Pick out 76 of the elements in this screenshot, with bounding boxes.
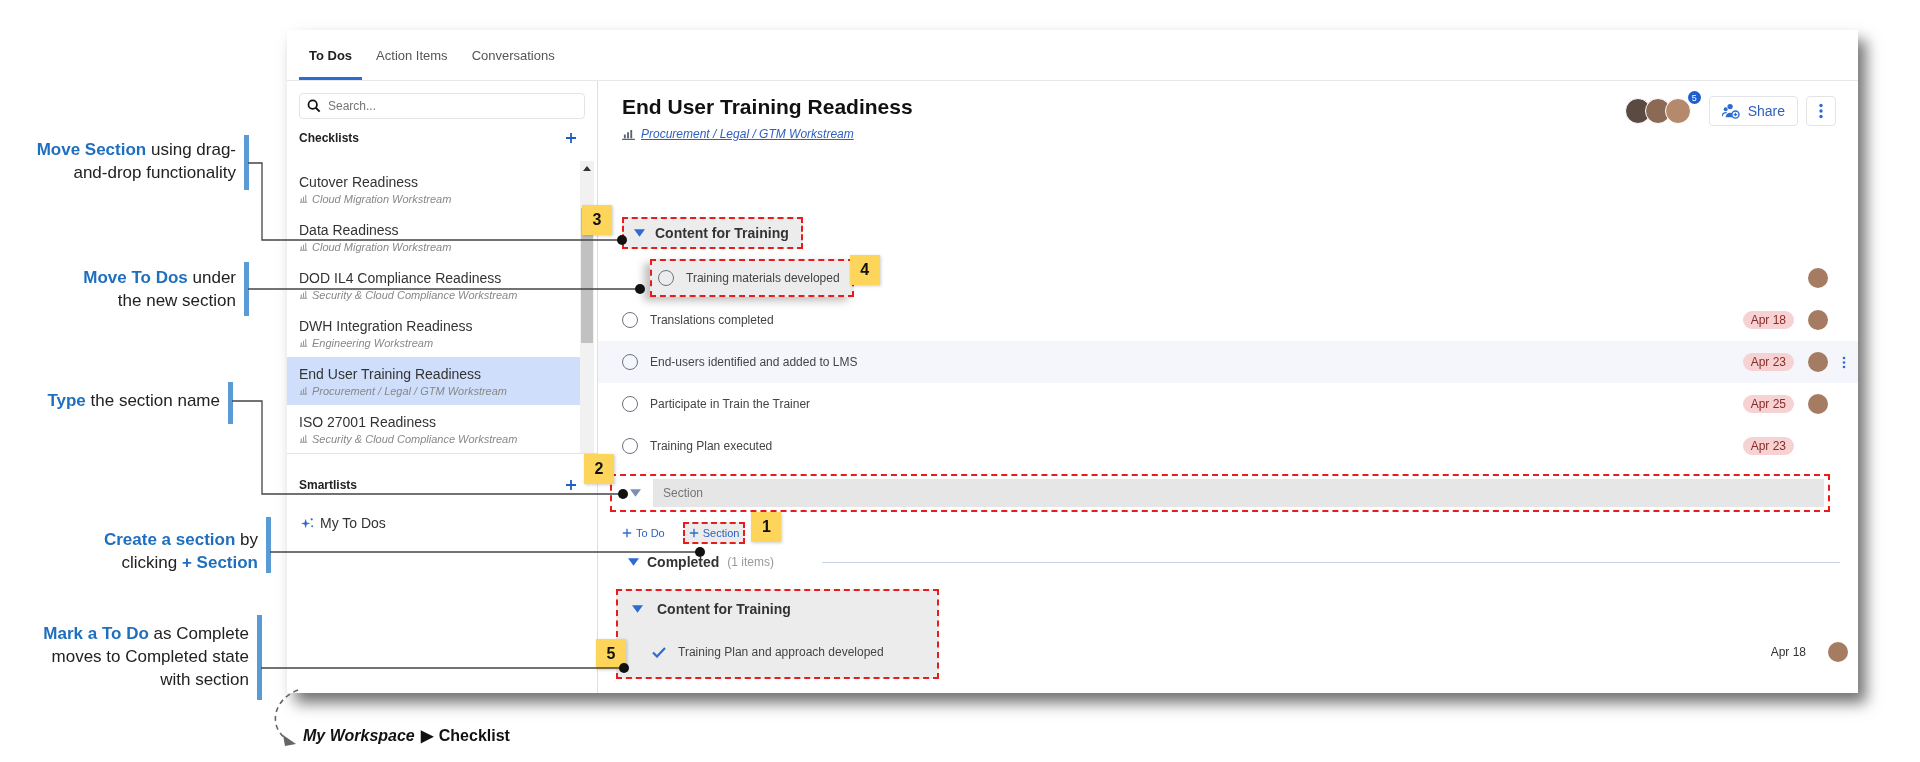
checklist-item[interactable]: Cutover Readiness Cloud Migration Workstream: [287, 165, 580, 213]
todo-row[interactable]: Translations completed Apr 18: [598, 299, 1858, 341]
step-badge: 4: [849, 255, 880, 285]
search-icon: [307, 99, 321, 113]
annotation-text: Move To Dos under the new section: [82, 267, 236, 312]
member-count-badge: 5: [1687, 91, 1701, 104]
checkmark-icon[interactable]: [652, 645, 666, 659]
step-badge: 1: [751, 512, 782, 542]
bar-chart-icon: [299, 290, 308, 299]
step-badge: 3: [582, 205, 612, 235]
bar-chart-icon: [299, 194, 308, 203]
breadcrumb-item: ▶: [420, 726, 433, 745]
section-heading: Checklists: [299, 131, 360, 145]
tab[interactable]: To Dos: [299, 33, 363, 80]
due-date: Apr 25: [1742, 395, 1794, 413]
sparkle-icon: [301, 516, 314, 530]
search-field[interactable]: Search...: [299, 93, 585, 119]
avatar: [1664, 98, 1691, 124]
todo-row[interactable]: Participate in Train the Trainer Apr 25: [598, 383, 1858, 425]
tab[interactable]: Conversations: [461, 33, 565, 80]
todo-text: End-users identified and added to LMS: [650, 355, 858, 369]
checklist-item[interactable]: ISO 27001 Readiness Security & Cloud Compliance Workstream: [287, 405, 580, 453]
curved-arrow: [274, 689, 299, 746]
more-button[interactable]: [1806, 96, 1836, 126]
share-button[interactable]: Share: [1708, 96, 1798, 126]
due-date: Apr 18: [1742, 311, 1794, 329]
breadcrumb-item: Checklist: [438, 726, 510, 745]
more-icon[interactable]: [1842, 355, 1846, 369]
bar-chart-icon: [299, 434, 308, 443]
due-date: Apr 23: [1742, 437, 1794, 455]
add-icon[interactable]: [565, 132, 577, 144]
step-badge: 5: [596, 639, 626, 669]
due-date: Apr 18: [1769, 644, 1807, 661]
bar-chart-icon: [622, 128, 635, 140]
checklist-item[interactable]: DOD IL4 Compliance Readiness Security & Cloud Compliance Workstream: [287, 261, 580, 309]
breadcrumb-item: My Workspace: [303, 726, 415, 745]
more-icon: [1819, 103, 1823, 119]
todo-text: Training Plan executed: [650, 439, 773, 453]
section-name-field[interactable]: Section: [653, 479, 1824, 507]
caret-icon[interactable]: [630, 489, 641, 497]
annotation-text: Mark a To Do as Complete moves to Completed state with section: [42, 623, 249, 691]
checklist-item[interactable]: End User Training Readiness Procurement / Legal / GTM Workstream: [287, 357, 580, 405]
add-user-icon: [1721, 103, 1740, 119]
bar-chart-icon: [299, 242, 308, 251]
add-icon[interactable]: [565, 479, 577, 491]
plus-icon: [688, 528, 699, 538]
caret-icon[interactable]: [634, 229, 645, 237]
annotation-text: Move Section using drag-and-drop functionality: [35, 139, 236, 184]
todo-text: Training materials developed: [686, 271, 840, 285]
todo-row[interactable]: Training materials developed 4: [598, 257, 1858, 299]
plus-icon: [622, 528, 632, 538]
checklist-item[interactable]: DWH Integration Readiness Engineering Workstream: [287, 309, 580, 357]
checklist-item[interactable]: Data Readiness Cloud Migration Workstream: [287, 213, 580, 261]
caret-icon[interactable]: [628, 558, 639, 566]
todo-row[interactable]: End-users identified and added to LMS Apr 23: [598, 341, 1858, 383]
workstream-link[interactable]: Procurement / Legal / GTM Workstream: [641, 127, 854, 141]
section-header: Content for Training: [657, 601, 791, 617]
add-button[interactable]: To Do: [618, 522, 669, 544]
due-date: Apr 23: [1742, 353, 1794, 371]
annotation-text: Type the section name: [46, 390, 220, 412]
item-count: (1 items): [727, 555, 774, 569]
checklist-title: End User Training Readiness: [622, 94, 913, 120]
todo-text: Training Plan and approach developed: [678, 645, 884, 659]
bar-chart-icon: [299, 386, 308, 395]
step-badge: 2: [584, 454, 614, 484]
scrollbar[interactable]: [580, 161, 594, 453]
bar-chart-icon: [299, 338, 308, 347]
tab[interactable]: Action Items: [366, 33, 458, 80]
section-heading: Smartlists: [299, 478, 358, 492]
todo-text: Participate in Train the Trainer: [650, 397, 811, 411]
todo-text: Translations completed: [650, 313, 774, 327]
scroll-up-arrow-icon[interactable]: [583, 166, 591, 171]
smartlist-item[interactable]: My To Dos: [301, 513, 386, 533]
annotation-text: Create a section by clicking + Section: [102, 529, 258, 574]
completed-heading: Completed: [647, 554, 720, 570]
caret-icon[interactable]: [632, 605, 643, 613]
